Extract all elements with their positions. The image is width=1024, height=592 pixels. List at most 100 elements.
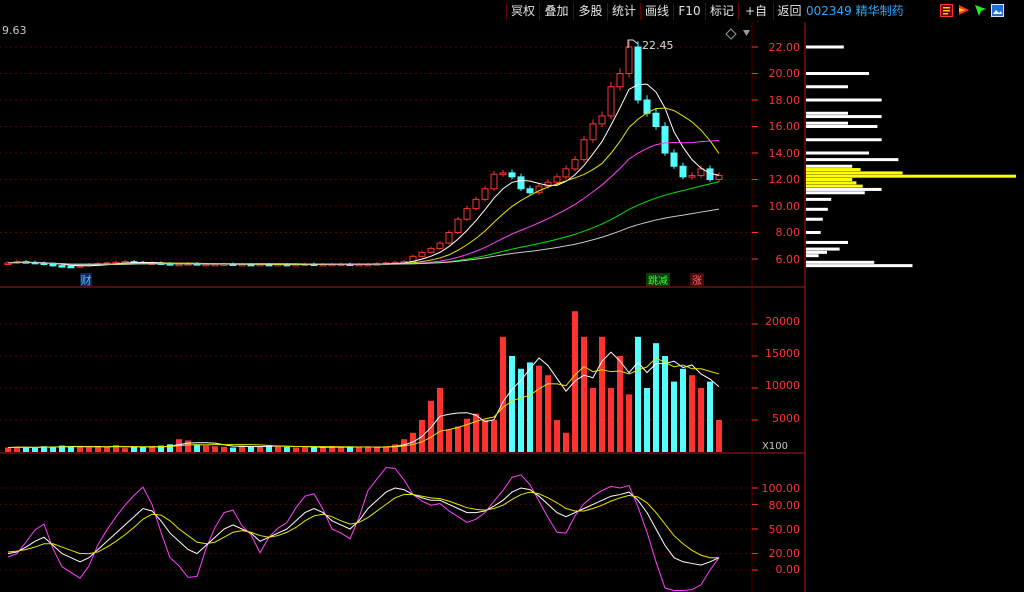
- volume-bar[interactable]: [221, 446, 227, 452]
- candle[interactable]: [418, 251, 426, 257]
- volume-bar[interactable]: [581, 336, 587, 452]
- candle[interactable]: [526, 188, 534, 194]
- volume-bar[interactable]: [194, 444, 200, 452]
- candle[interactable]: [517, 176, 525, 190]
- volume-bar[interactable]: [644, 388, 650, 452]
- volume-bar[interactable]: [374, 447, 380, 452]
- candle[interactable]: [571, 159, 579, 170]
- volume-bar[interactable]: [311, 447, 317, 452]
- candle[interactable]: [580, 139, 588, 161]
- volume-bar[interactable]: [608, 388, 614, 452]
- volume-bar[interactable]: [554, 420, 560, 452]
- volume-bar[interactable]: [590, 388, 596, 452]
- candle[interactable]: [625, 46, 633, 74]
- candle[interactable]: [445, 232, 453, 244]
- candle[interactable]: [598, 115, 606, 125]
- volume-bar[interactable]: [716, 420, 722, 452]
- volume-bar[interactable]: [671, 381, 677, 452]
- volume-bar[interactable]: [122, 448, 128, 452]
- candle[interactable]: [481, 188, 489, 200]
- volume-bar[interactable]: [131, 446, 137, 452]
- volume-bar[interactable]: [113, 444, 119, 452]
- candle[interactable]: [175, 263, 183, 267]
- volume-bar[interactable]: [599, 336, 605, 452]
- candle[interactable]: [679, 165, 687, 178]
- candle[interactable]: [643, 99, 651, 114]
- candle[interactable]: [427, 247, 435, 253]
- volume-bar[interactable]: [635, 336, 641, 452]
- candle[interactable]: [463, 208, 471, 220]
- volume-bar[interactable]: [518, 368, 524, 452]
- candle[interactable]: [508, 172, 516, 178]
- profile-bar: [806, 264, 913, 268]
- volume-bar[interactable]: [5, 447, 11, 452]
- candle[interactable]: [49, 263, 57, 267]
- candle[interactable]: [688, 175, 696, 178]
- volume-bar[interactable]: [50, 446, 56, 452]
- candle[interactable]: [472, 198, 480, 210]
- volume-bar[interactable]: [284, 446, 290, 452]
- volume-bar[interactable]: [473, 413, 479, 452]
- volume-bar[interactable]: [527, 362, 533, 452]
- volume-bar[interactable]: [680, 368, 686, 452]
- candle[interactable]: [616, 73, 624, 88]
- volume-bar[interactable]: [104, 447, 110, 452]
- volume-bar[interactable]: [77, 446, 83, 452]
- cai-tag[interactable]: 财: [81, 273, 92, 287]
- volume-bar[interactable]: [356, 446, 362, 452]
- volume-bar[interactable]: [437, 388, 443, 452]
- volume-bar[interactable]: [428, 400, 434, 452]
- volume-bar[interactable]: [536, 365, 542, 452]
- candle[interactable]: [499, 172, 507, 175]
- volume-bar[interactable]: [302, 446, 308, 452]
- candle[interactable]: [607, 86, 615, 117]
- volume-bar[interactable]: [320, 447, 326, 452]
- candle[interactable]: [436, 242, 444, 249]
- candle[interactable]: [661, 126, 669, 154]
- candle[interactable]: [715, 175, 723, 180]
- volume-bar[interactable]: [482, 420, 488, 452]
- volume-bar[interactable]: [212, 446, 218, 452]
- volume-bar[interactable]: [446, 429, 452, 452]
- volume-bar[interactable]: [698, 388, 704, 452]
- volume-bar[interactable]: [23, 447, 29, 452]
- candle[interactable]: [58, 265, 66, 268]
- volume-bar[interactable]: [230, 447, 236, 452]
- volume-bar[interactable]: [248, 446, 254, 452]
- volume-bar[interactable]: [203, 445, 209, 452]
- volume-bar[interactable]: [707, 381, 713, 452]
- volume-bar[interactable]: [86, 447, 92, 452]
- candle[interactable]: [553, 176, 561, 183]
- volume-bar[interactable]: [257, 446, 263, 452]
- volume-bar[interactable]: [347, 447, 353, 452]
- volume-bar[interactable]: [392, 444, 398, 452]
- volume-bar[interactable]: [293, 447, 299, 452]
- volume-bar[interactable]: [491, 420, 497, 452]
- candle[interactable]: [67, 265, 75, 269]
- candle[interactable]: [634, 46, 642, 101]
- candle[interactable]: [454, 218, 462, 233]
- main-chart[interactable]: 9.63 22.45 财 跳减 涨 22.00 20.00 18.00 16.0…: [0, 0, 1024, 592]
- candle[interactable]: [562, 168, 570, 178]
- volume-bar[interactable]: [32, 447, 38, 452]
- volume-bar[interactable]: [626, 394, 632, 452]
- zhang-tag[interactable]: 涨: [692, 275, 702, 287]
- volume-bar[interactable]: [662, 356, 668, 452]
- volume-bar[interactable]: [455, 426, 461, 452]
- volume-bar[interactable]: [617, 356, 623, 452]
- volume-bar[interactable]: [365, 446, 371, 452]
- volume-bar[interactable]: [509, 356, 515, 452]
- volume-bar[interactable]: [185, 440, 191, 452]
- volume-bar[interactable]: [140, 447, 146, 452]
- volume-bar[interactable]: [545, 375, 551, 452]
- candle[interactable]: [652, 112, 660, 127]
- volume-bar[interactable]: [563, 432, 569, 452]
- volume-bar[interactable]: [689, 375, 695, 452]
- tiaokong-tag[interactable]: 跳减: [648, 274, 668, 287]
- candle[interactable]: [589, 123, 597, 141]
- volume-bar[interactable]: [275, 446, 281, 452]
- candle[interactable]: [490, 173, 498, 190]
- volume-bar[interactable]: [338, 446, 344, 452]
- volume-bar[interactable]: [500, 336, 506, 452]
- candle[interactable]: [670, 152, 678, 167]
